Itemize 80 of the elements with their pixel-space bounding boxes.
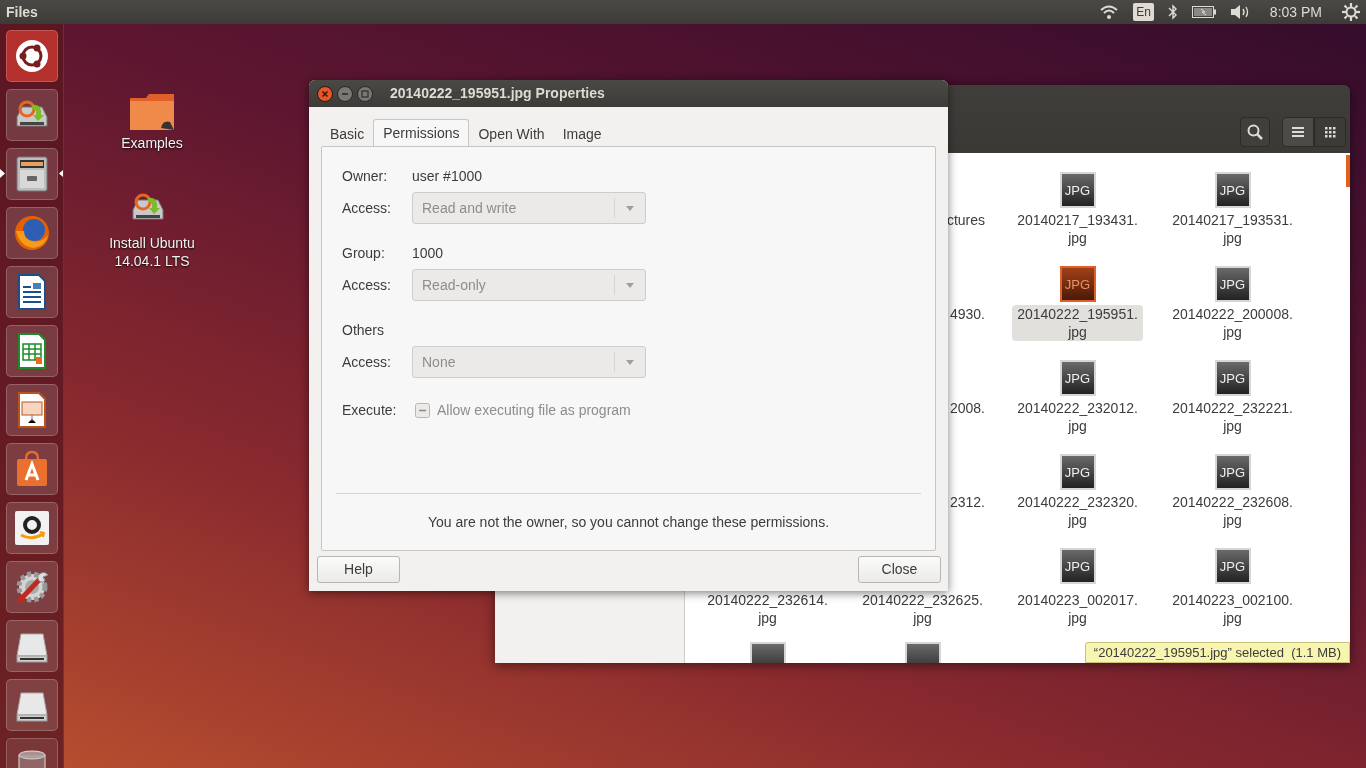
file-name[interactable]: 20140223_002100. jpg (1168, 591, 1297, 627)
file-name[interactable]: 4930. (949, 305, 985, 358)
tab[interactable]: Open With (469, 122, 554, 146)
jpg-file-icon[interactable]: JPG (1214, 360, 1251, 396)
field-label: Others (342, 320, 385, 340)
volume-icon[interactable] (1229, 4, 1250, 20)
caret-icon (626, 359, 634, 365)
bluetooth-icon[interactable] (1167, 4, 1178, 20)
wifi-icon[interactable] (1099, 4, 1120, 20)
list-icon (1292, 127, 1304, 137)
file-name[interactable]: 20140222_200008. jpg (1168, 305, 1297, 341)
clock[interactable]: 8:03 PM (1269, 1, 1322, 23)
launcher-item[interactable] (5, 561, 58, 613)
jpg-file-icon[interactable]: JPG (1214, 266, 1251, 302)
field-value: user #1000 (412, 166, 483, 186)
app-title: Files (5, 2, 38, 22)
field-label: Owner: (342, 166, 389, 186)
tab[interactable]: Permissions (373, 119, 470, 146)
grid-view-button[interactable] (1314, 117, 1346, 147)
search-button[interactable] (1240, 117, 1270, 147)
file-name[interactable]: 20140222_232614. jpg (703, 591, 832, 627)
file-name[interactable]: 20140217_193431. jpg (1013, 211, 1142, 247)
permission-note: You are not the owner, so you cannot change these permissions. (427, 512, 830, 532)
launcher-item[interactable] (5, 325, 58, 377)
keyboard-layout-indicator[interactable]: En (1133, 3, 1154, 21)
settings-icon[interactable] (1342, 3, 1360, 21)
dialog-button[interactable]: Close (858, 556, 941, 583)
field-label: Group: (342, 243, 386, 263)
jpg-file-icon[interactable]: JPG (1214, 454, 1251, 490)
file-name[interactable]: 20140222_232608. jpg (1168, 493, 1297, 529)
field-label: Access: (342, 275, 392, 295)
file-name[interactable]: ctures (946, 211, 985, 264)
launcher-item[interactable] (5, 89, 58, 141)
jpg-file-icon[interactable]: JPG (1214, 548, 1251, 584)
launcher-item[interactable] (5, 443, 58, 495)
file-name[interactable]: 20140222_232625. jpg (858, 591, 987, 627)
list-view-button[interactable] (1282, 117, 1314, 147)
folder-icon[interactable] (128, 92, 176, 132)
file-name[interactable]: 20140222_232320. jpg (1013, 493, 1142, 529)
battery-icon[interactable] (1191, 6, 1216, 18)
jpg-file-icon[interactable]: JPG (1059, 172, 1096, 208)
launcher-item[interactable] (5, 266, 58, 318)
field-label: Access: (342, 352, 392, 372)
file-name[interactable]: 2312. (949, 493, 985, 546)
minimize-icon[interactable] (337, 85, 353, 102)
jpg-file-icon[interactable]: JPG (1059, 548, 1096, 584)
status-tooltip: “20140222_195951.jpg” selected (1.1 MB) (1084, 642, 1350, 663)
field-label: Access: (342, 198, 392, 218)
desktop-icon-label[interactable]: Examples (121, 134, 183, 152)
jpg-file-icon[interactable]: JPG (1214, 172, 1251, 208)
dialog-button[interactable]: Help (317, 556, 400, 583)
file-name[interactable]: 20140223_002017. jpg (1013, 591, 1142, 627)
jpg-file-icon[interactable]: JPG (1059, 454, 1096, 490)
field-label: Execute: (342, 400, 398, 420)
file-name[interactable]: 20140217_193531. jpg (1168, 211, 1297, 247)
launcher-item[interactable] (5, 620, 58, 672)
tab[interactable]: Basic (321, 122, 374, 146)
grid-icon (1324, 126, 1336, 138)
launcher-item[interactable] (5, 148, 58, 200)
maximize-icon[interactable] (357, 85, 373, 102)
caret-icon (626, 205, 634, 211)
file-name[interactable]: 20140222_232221. jpg (1168, 399, 1297, 435)
file-name[interactable]: 20140222_232012. jpg (1013, 399, 1142, 435)
caret-icon (626, 282, 634, 288)
active-arrow-icon (58, 169, 63, 178)
file-name[interactable]: 20140222_195951. jpg (1012, 305, 1143, 341)
tab[interactable]: Image (553, 122, 611, 146)
close-icon[interactable] (317, 85, 333, 102)
launcher-item[interactable] (5, 384, 58, 436)
window-title: 20140222_195951.jpg Properties (390, 84, 605, 103)
jpg-file-icon[interactable]: JPG (1059, 360, 1096, 396)
search-icon (1247, 124, 1263, 140)
file-name[interactable]: 2008. (949, 399, 985, 452)
desktop-icon-label[interactable]: Install Ubuntu 14.04.1 LTS (97, 234, 207, 270)
launcher-item[interactable] (5, 30, 58, 82)
launcher-item[interactable] (5, 679, 58, 731)
scrollbar-thumb[interactable] (1346, 155, 1350, 187)
launcher-item[interactable] (5, 502, 58, 554)
field-value: 1000 (412, 243, 444, 263)
jpg-file-icon[interactable]: JPG (1059, 266, 1096, 302)
